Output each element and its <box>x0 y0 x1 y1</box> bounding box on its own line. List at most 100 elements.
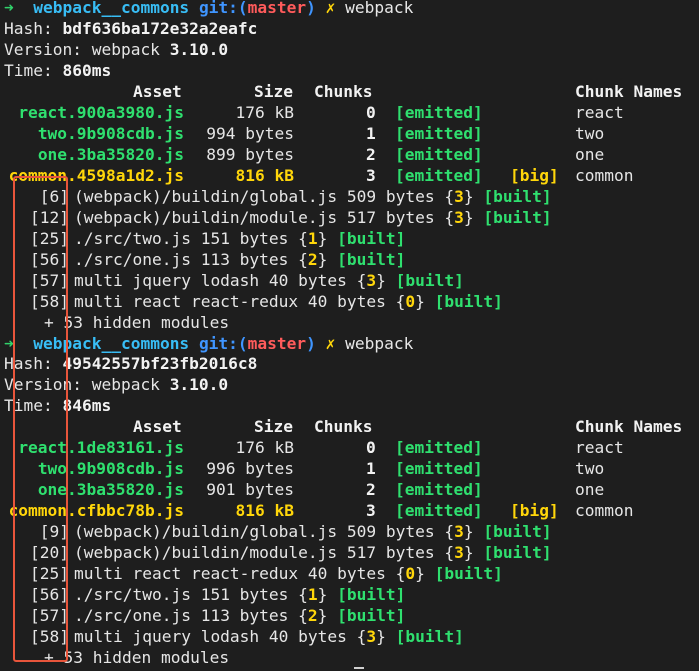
asset-row: common.cfbbc78b.js 816 kB 3 [emitted] [big] c… <box>4 501 699 522</box>
asset-table-header: Asset Size Chunks Chunk Names <box>4 417 699 438</box>
asset-chunk: 0 <box>366 438 376 458</box>
asset-row: one.3ba35820.js 901 bytes 2 [emitted] one <box>4 480 699 501</box>
module-path: ./src/two.js <box>74 585 191 605</box>
module-row: [25] ./src/two.js 151 bytes {1} [built] <box>30 228 406 248</box>
asset-size: 816 kB <box>235 165 294 185</box>
module-path: (webpack)/buildin/module.js <box>74 207 338 227</box>
dirty-mark-icon: ✗ <box>325 0 336 17</box>
asset-status: [emitted] <box>395 501 483 521</box>
module-path: (webpack)/buildin/module.js <box>74 543 338 563</box>
asset-status: [emitted] <box>395 459 483 479</box>
module-row: [56] ./src/two.js 151 bytes {1} [built] <box>30 585 406 605</box>
git-branch: master <box>247 333 307 353</box>
version-value: 3.10.0 <box>169 375 229 395</box>
time-line: Time: 846ms <box>4 396 699 417</box>
asset-row: common.4598a1d2.js 816 kB 3 [emitted] [big] c… <box>4 166 699 187</box>
module-size: 151 bytes <box>200 585 289 605</box>
header-chunks: Chunks <box>314 417 373 437</box>
prompt-line: ➜ webpack__commons git:(master) ✗ webpac… <box>4 0 699 19</box>
asset-name: two.9b908cdb.js <box>37 459 184 479</box>
asset-name: react.900a3980.js <box>18 102 184 122</box>
module-size: 509 bytes <box>346 186 435 206</box>
module-chunk: 3 <box>366 627 377 647</box>
asset-size: 816 kB <box>235 501 294 521</box>
module-id: [58] <box>30 291 69 311</box>
header-size: Size <box>254 417 293 437</box>
asset-row: one.3ba35820.js 899 bytes 2 [emitted] one <box>4 145 699 166</box>
asset-status: [emitted] <box>395 165 483 185</box>
module-chunk: 3 <box>454 186 464 206</box>
prompt-line: ➜ webpack__commons git:(master) ✗ webpac… <box>4 334 699 355</box>
module-chunk: 2 <box>307 606 318 626</box>
asset-chunk: 3 <box>366 501 376 521</box>
git-branch: master <box>247 0 307 17</box>
prompt-directory: webpack__commons <box>33 333 190 353</box>
module-id: [12] <box>30 207 69 227</box>
version-label: Version: webpack <box>4 39 170 59</box>
hash-label: Hash: <box>4 18 63 38</box>
git-label: git:( <box>198 0 248 17</box>
module-status: [built] <box>337 606 406 626</box>
asset-name: common.4598a1d2.js <box>8 165 184 185</box>
hash-label: Hash: <box>4 354 63 374</box>
asset-name: common.cfbbc78b.js <box>8 501 184 521</box>
asset-chunk-name: one <box>575 144 605 164</box>
asset-row: react.1de83161.js 176 kB 0 [emitted] react <box>4 438 699 459</box>
module-row: [12] (webpack)/buildin/module.js 517 byte… <box>30 207 552 227</box>
module-status: [built] <box>337 249 406 269</box>
version-label: Version: webpack <box>4 375 170 395</box>
asset-chunk: 3 <box>366 165 376 185</box>
asset-table-header: Asset Size Chunks Chunk Names <box>4 82 699 103</box>
asset-big-flag: [big] <box>510 501 559 521</box>
hidden-modules-line: + 53 hidden modules <box>4 648 699 669</box>
module-size: 40 bytes <box>307 564 386 584</box>
asset-name: one.3ba35820.js <box>37 480 184 500</box>
header-asset: Asset <box>133 81 182 101</box>
asset-size: 996 bytes <box>206 459 294 479</box>
module-path: ./src/two.js <box>74 228 191 248</box>
module-size: 517 bytes <box>346 543 435 563</box>
module-size: 40 bytes <box>268 270 347 290</box>
module-size: 40 bytes <box>268 627 347 647</box>
module-row: [56] ./src/one.js 113 bytes {2} [built] <box>30 249 406 269</box>
version-value: 3.10.0 <box>169 39 229 59</box>
module-id: [25] <box>30 228 69 248</box>
prompt-command: webpack <box>345 0 414 17</box>
module-size: 113 bytes <box>200 606 289 626</box>
version-line: Version: webpack 3.10.0 <box>4 375 699 396</box>
module-status: [built] <box>483 186 552 206</box>
module-status: [built] <box>337 585 406 605</box>
module-row: [57] multi jquery lodash 40 bytes {3} [bu… <box>30 270 464 290</box>
module-status: [built] <box>337 228 406 248</box>
module-status: [built] <box>395 270 464 290</box>
module-id: [57] <box>30 270 69 290</box>
module-path: multi react react-redux <box>74 291 299 311</box>
time-label: Time: <box>4 60 63 80</box>
hash-line: Hash: 49542557bf23fb2016c8 <box>4 354 699 375</box>
asset-size: 994 bytes <box>206 123 294 143</box>
hash-value: bdf636ba172e32a2eafc <box>62 18 258 38</box>
asset-chunk: 2 <box>366 480 376 500</box>
asset-size: 899 bytes <box>206 144 294 164</box>
asset-chunk: 0 <box>366 102 376 122</box>
prompt-arrow-icon: ➜ <box>4 333 14 353</box>
module-id: [20] <box>30 543 69 563</box>
module-path: multi jquery lodash <box>74 627 260 647</box>
header-size: Size <box>254 81 293 101</box>
module-row: [9] (webpack)/buildin/global.js 509 bytes… <box>39 522 552 542</box>
asset-size: 176 kB <box>235 438 294 458</box>
module-chunk: 3 <box>454 543 464 563</box>
module-row: [58] multi jquery lodash 40 bytes {3} [bu… <box>30 627 464 647</box>
asset-chunk: 2 <box>366 144 376 164</box>
module-id: [25] <box>30 564 69 584</box>
module-status: [built] <box>434 291 503 311</box>
asset-chunk-name: two <box>575 459 605 479</box>
module-id: [57] <box>30 606 69 626</box>
time-value: 860ms <box>62 60 112 80</box>
asset-chunk-name: two <box>575 123 605 143</box>
module-status: [built] <box>483 522 552 542</box>
module-status: [built] <box>483 543 552 563</box>
module-id: [56] <box>30 585 69 605</box>
asset-status: [emitted] <box>395 102 483 122</box>
hidden-modules: + 53 hidden modules <box>44 648 230 668</box>
